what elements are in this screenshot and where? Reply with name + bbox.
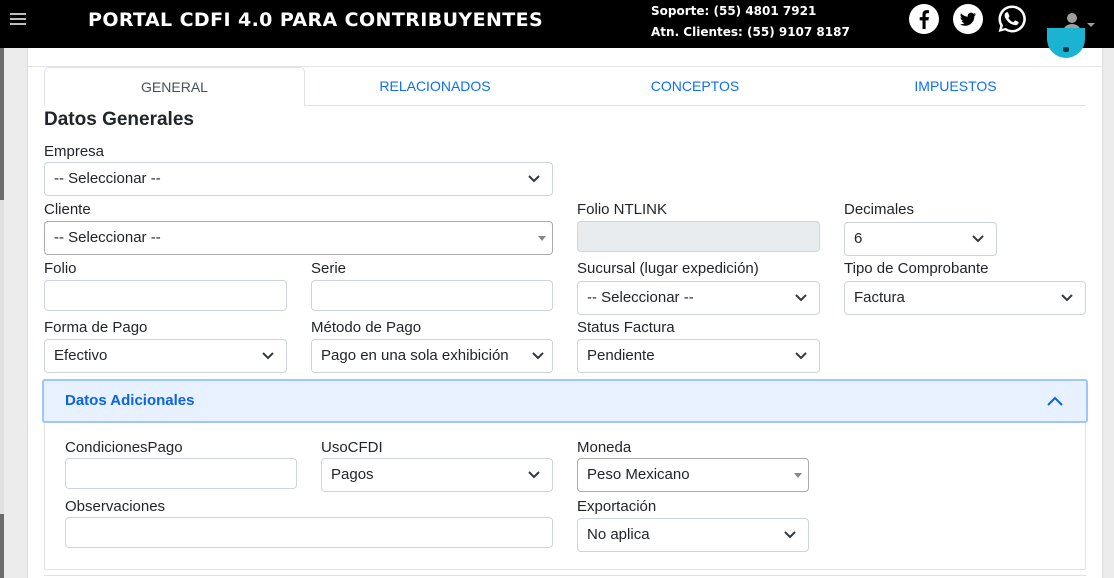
hamburger-menu-icon[interactable] <box>10 10 26 30</box>
folio-ntlink-input <box>577 221 820 252</box>
empresa-value: -- Seleccionar -- <box>54 170 161 187</box>
condiciones-pago-label: CondicionesPago <box>65 439 183 456</box>
moneda-select[interactable]: Peso Mexicano <box>577 458 809 492</box>
moneda-value: Peso Mexicano <box>587 466 690 483</box>
app-title: PORTAL CDFI 4.0 PARA CONTRIBUYENTES <box>88 9 544 31</box>
caret-down-icon <box>794 473 802 478</box>
empresa-select[interactable]: -- Seleccionar -- <box>44 162 553 196</box>
status-factura-value: Pendiente <box>587 347 655 364</box>
exportacion-value: No aplica <box>587 526 650 543</box>
tab-impuestos[interactable]: IMPUESTOS <box>825 67 1086 106</box>
accordion-header-datos-adicionales[interactable]: Datos Adicionales <box>42 379 1088 423</box>
folio-ntlink-label: Folio NTLINK <box>577 201 668 218</box>
metodo-pago-value: Pago en una sola exhibición <box>321 347 509 364</box>
status-factura-label: Status Factura <box>577 319 675 336</box>
caret-down-icon <box>538 236 546 241</box>
observaciones-input[interactable] <box>65 517 553 548</box>
section-title-datos-generales: Datos Generales <box>44 109 194 130</box>
condiciones-pago-input[interactable] <box>65 458 297 489</box>
serie-input[interactable] <box>311 280 553 311</box>
top-navbar: PORTAL CDFI 4.0 PARA CONTRIBUYENTES Sopo… <box>0 0 1114 48</box>
clients-phone: Atn. Clientes: (55) 9107 8187 <box>651 25 850 39</box>
cliente-select[interactable]: -- Seleccionar -- <box>44 221 553 255</box>
chevron-down-icon <box>784 531 796 539</box>
twitter-icon[interactable] <box>952 3 984 35</box>
tab-general[interactable]: GENERAL <box>44 67 305 106</box>
tab-conceptos[interactable]: CONCEPTOS <box>565 67 825 106</box>
chevron-down-icon <box>262 352 274 360</box>
chevron-down-icon <box>532 352 544 360</box>
uso-cfdi-select[interactable]: Pagos <box>321 458 553 492</box>
observaciones-label: Observaciones <box>65 498 166 515</box>
page-edge <box>0 48 4 578</box>
chevron-down-icon <box>795 352 807 360</box>
sucursal-label: Sucursal (lugar expedición) <box>577 260 759 277</box>
forma-pago-select[interactable]: Efectivo <box>44 339 287 373</box>
tipo-comprobante-select[interactable]: Factura <box>844 281 1086 315</box>
chevron-down-icon <box>528 471 540 479</box>
sucursal-select[interactable]: -- Seleccionar -- <box>577 281 820 315</box>
decimales-label: Decimales <box>844 201 915 218</box>
divider <box>44 575 1086 576</box>
tab-relacionados[interactable]: RELACIONADOS <box>305 67 565 106</box>
chevron-up-icon <box>1047 396 1063 406</box>
tipo-comprobante-label: Tipo de Comprobante <box>844 260 989 277</box>
chevron-down-icon <box>795 294 807 302</box>
uso-cfdi-value: Pagos <box>331 466 374 483</box>
metodo-pago-label: Método de Pago <box>311 319 422 336</box>
cliente-label: Cliente <box>44 201 91 218</box>
exportacion-label: Exportación <box>577 498 657 515</box>
tipo-comprobante-value: Factura <box>854 289 905 306</box>
chevron-down-icon <box>528 175 540 183</box>
accordion-title: Datos Adicionales <box>65 392 195 409</box>
support-phone: Soporte: (55) 4801 7921 <box>651 4 817 18</box>
metodo-pago-select[interactable]: Pago en una sola exhibición <box>311 339 553 373</box>
moneda-label: Moneda <box>577 439 632 456</box>
forma-pago-label: Forma de Pago <box>44 319 148 336</box>
decimales-select[interactable]: 6 <box>844 222 997 256</box>
exportacion-select[interactable]: No aplica <box>577 518 809 552</box>
uso-cfdi-label: UsoCFDI <box>321 439 383 456</box>
empresa-label: Empresa <box>44 143 105 160</box>
sucursal-value: -- Seleccionar -- <box>587 289 694 306</box>
whatsapp-icon[interactable] <box>996 3 1028 35</box>
chevron-down-icon <box>972 235 984 243</box>
serie-label: Serie <box>311 260 347 277</box>
support-contact: Soporte: (55) 4801 7921 Atn. Clientes: (… <box>651 1 850 43</box>
cliente-value: -- Seleccionar -- <box>54 229 161 246</box>
decimales-value: 6 <box>854 230 863 247</box>
facebook-icon[interactable] <box>908 3 940 35</box>
forma-pago-value: Efectivo <box>54 347 108 364</box>
folio-input[interactable] <box>44 280 287 311</box>
chevron-down-icon <box>1061 294 1073 302</box>
folio-label: Folio <box>44 260 77 277</box>
status-factura-select[interactable]: Pendiente <box>577 339 820 373</box>
